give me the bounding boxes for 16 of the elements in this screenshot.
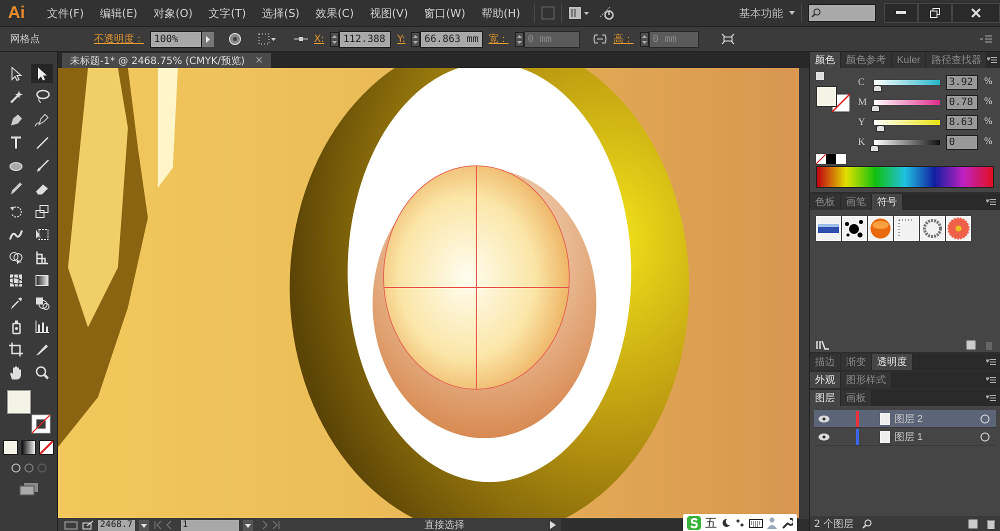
current-tool-label: 直接选择: [424, 518, 466, 531]
channel-label: K: [858, 136, 866, 148]
x-label: X:: [314, 34, 324, 44]
height-label: 高：: [614, 32, 634, 46]
app-logo: Ai: [7, 3, 26, 23]
layer-count-label: 2 个图层: [814, 518, 854, 531]
selection-label: 网格点: [10, 32, 40, 46]
percent-label: %: [984, 137, 993, 147]
channel-label: M: [858, 96, 868, 108]
percent-label: %: [984, 117, 993, 127]
percent-label: %: [984, 77, 993, 87]
channel-label: Y: [858, 116, 866, 128]
y-label: Y:: [397, 34, 406, 44]
percent-label: %: [984, 97, 993, 107]
channel-label: C: [858, 76, 866, 88]
width-label: 宽：: [488, 32, 509, 46]
